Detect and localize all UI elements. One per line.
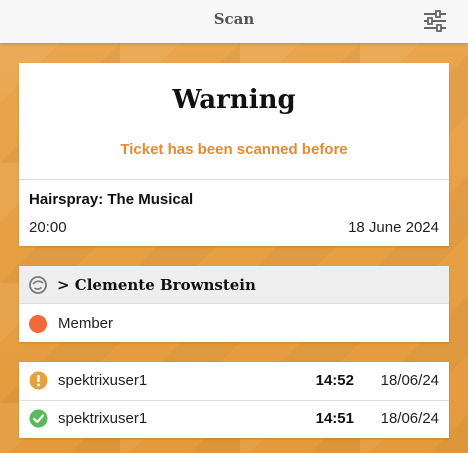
scan-date: 18/06/24 — [380, 372, 439, 389]
check-icon — [29, 409, 48, 428]
warning-message: Ticket has been scanned before — [120, 141, 348, 158]
scan-history-row: spektrixuser1 14:51 18/06/24 — [19, 400, 449, 438]
scan-user: spektrixuser1 — [58, 372, 148, 389]
scan-warning-card: Warning Ticket has been scanned before H… — [19, 63, 449, 246]
scan-user: spektrixuser1 — [58, 410, 148, 427]
scan-history-list: spektrixuser1 14:52 18/06/24 spektrixuse… — [19, 362, 449, 438]
scan-time: 14:51 — [315, 410, 354, 427]
sliders-icon[interactable] — [422, 8, 448, 34]
warning-title: Warning — [172, 85, 296, 115]
scan-history-row: spektrixuser1 14:52 18/06/24 — [19, 362, 449, 400]
scan-time: 14:52 — [315, 372, 354, 389]
customer-card[interactable]: > Clemente Brownstein Member — [19, 266, 449, 342]
warning-icon — [29, 371, 48, 390]
top-bar: Scan — [0, 0, 468, 43]
membership-label: Member — [58, 315, 114, 332]
event-date: 18 June 2024 — [348, 219, 439, 236]
customer-header[interactable]: > Clemente Brownstein — [19, 266, 449, 304]
event-time: 20:00 — [29, 219, 67, 236]
customer-face-icon — [28, 275, 48, 295]
event-name: Hairspray: The Musical — [29, 191, 194, 208]
page-title: Scan — [213, 10, 255, 28]
scan-date: 18/06/24 — [380, 410, 439, 427]
membership-dot — [29, 315, 47, 333]
divider — [19, 179, 449, 180]
customer-name-link[interactable]: > Clemente Brownstein — [57, 276, 256, 294]
